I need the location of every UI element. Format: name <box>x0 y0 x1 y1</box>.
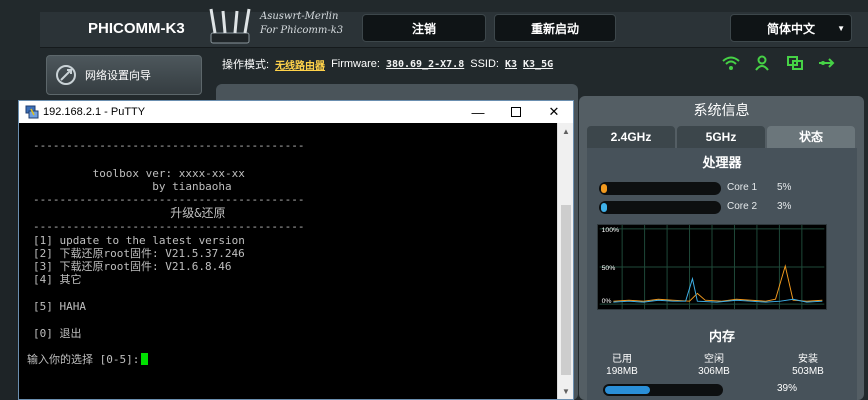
prompt-text: 输入你的选择 [0-5]: <box>27 353 140 366</box>
memory-percent: 39% <box>777 383 798 394</box>
logo-line-1: Asuswrt-Merlin <box>260 11 339 22</box>
router-brand: PHICOMM-K3 <box>88 20 185 37</box>
core-2-fill <box>601 203 607 212</box>
terminal-line: [5] HAHA <box>33 300 86 313</box>
system-status-body: 处理器 Core 1 5% Core 2 3% 100% 50% 0% 内存 已… <box>587 148 857 400</box>
status-icons <box>722 55 836 71</box>
scroll-up-arrow-icon[interactable]: ▲ <box>558 123 574 139</box>
core-1-percent: 5% <box>777 182 792 193</box>
reboot-button[interactable]: 重新启动 <box>494 14 616 42</box>
terminal-line: ----------------------------------------… <box>33 220 305 233</box>
terminal-line: [3] 下载还原root固件: V21.6.8.46 <box>33 260 232 273</box>
mem-used-label: 已用 <box>612 354 632 365</box>
core-2-bar <box>599 201 721 214</box>
tab-24ghz[interactable]: 2.4GHz <box>587 126 675 148</box>
memory-title: 内存 <box>708 329 735 344</box>
language-select[interactable]: 简体中文 ▼ <box>730 14 852 42</box>
terminal-line: by tianbaoha <box>33 180 232 193</box>
putty-title: 192.168.2.1 - PuTTY <box>43 106 146 118</box>
system-tabs: 2.4GHz 5GHz 状态 <box>587 126 857 148</box>
user-icon[interactable] <box>754 55 772 71</box>
terminal-line: [2] 下载还原root固件: V21.5.37.246 <box>33 247 245 260</box>
memory-fill <box>605 386 651 394</box>
mem-free: 空闲 306MB <box>679 354 749 378</box>
terminal-scrollbar[interactable]: ▲ ▼ <box>557 123 573 399</box>
memory-bar <box>603 384 723 396</box>
mem-free-value: 306MB <box>698 366 730 377</box>
tab-5ghz[interactable]: 5GHz <box>677 126 765 148</box>
menu-network-wizard[interactable]: 网络设置向导 <box>46 55 202 95</box>
terminal-line: 升级&还原 <box>33 206 226 220</box>
core-1-bar <box>599 182 721 195</box>
core-1-fill <box>601 184 607 193</box>
mode-label: 操作模式: <box>222 59 270 71</box>
terminal-cursor <box>141 353 149 365</box>
scroll-down-arrow-icon[interactable]: ▼ <box>558 383 574 399</box>
ssid-label: SSID: <box>470 58 499 70</box>
close-button[interactable]: ✕ <box>535 101 573 123</box>
maximize-button[interactable] <box>497 101 535 123</box>
firmware-label: Firmware: <box>331 58 380 70</box>
mem-total-value: 503MB <box>792 366 824 377</box>
putty-titlebar[interactable]: 192.168.2.1 - PuTTY — ✕ <box>19 101 573 123</box>
ssid-2-link[interactable]: K3_5G <box>523 59 553 70</box>
chart-tick-100: 100% <box>602 227 619 234</box>
router-status-bar: 操作模式: 无线路由器 Firmware: 380.69_2-X7.8 SSID… <box>222 55 553 73</box>
menu-item-label: 网络设置向导 <box>85 70 151 82</box>
mem-total-label: 安装 <box>798 354 818 365</box>
mem-total: 安装 503MB <box>773 354 843 378</box>
maximize-icon <box>511 107 521 117</box>
cpu-usage-chart: 100% 50% 0% <box>597 224 827 310</box>
core-2-percent: 3% <box>777 201 792 212</box>
terminal-output[interactable]: ----------------------------------------… <box>19 123 557 399</box>
mem-free-label: 空闲 <box>704 354 724 365</box>
language-label: 简体中文 <box>766 21 815 36</box>
tab-status[interactable]: 状态 <box>767 126 855 148</box>
logout-button[interactable]: 注销 <box>362 14 486 42</box>
close-icon: ✕ <box>548 104 560 119</box>
terminal-line: [0] 退出 <box>33 327 82 340</box>
wizard-icon <box>56 65 76 85</box>
logo-line-2: For Phicomm-k3 <box>260 25 344 36</box>
terminal-line: toolbox ver: xxxx-xx-xx <box>33 167 245 180</box>
core-1-label: Core 1 <box>727 182 758 193</box>
putty-app-icon <box>25 105 39 119</box>
router-logo-text: Asuswrt-Merlin For Phicomm-k3 <box>260 10 343 38</box>
core-2-label: Core 2 <box>727 201 758 212</box>
cpu-core-2: Core 2 3% <box>599 201 849 215</box>
system-info-panel: 系统信息 2.4GHz 5GHz 状态 处理器 Core 1 5% Core 2… <box>579 96 864 400</box>
scroll-thumb[interactable] <box>561 205 571 375</box>
ssid-1-link[interactable]: K3 <box>505 59 517 70</box>
minimize-icon: — <box>471 104 485 120</box>
system-info-title: 系统信息 <box>693 102 750 118</box>
chart-tick-50: 50% <box>602 265 616 272</box>
window-controls: — ✕ <box>459 101 573 123</box>
terminal-line: ----------------------------------------… <box>33 139 305 152</box>
terminal-line: ----------------------------------------… <box>33 193 305 206</box>
terminal-prompt: 输入你的选择 [0-5]: <box>27 353 149 366</box>
chart-tick-0: 0% <box>602 298 612 305</box>
router-logo-icon <box>209 8 251 44</box>
mode-value-link[interactable]: 无线路由器 <box>275 57 325 72</box>
cpu-core-1: Core 1 5% <box>599 182 849 196</box>
chevron-down-icon: ▼ <box>837 23 845 33</box>
putty-window: 192.168.2.1 - PuTTY — ✕ ----------------… <box>18 100 574 400</box>
minimize-button[interactable]: — <box>459 101 497 123</box>
usb-icon[interactable] <box>818 55 836 71</box>
terminal-line: [1] update to the latest version <box>33 234 245 247</box>
terminal-line: [4] 其它 <box>33 273 82 286</box>
mem-used-value: 198MB <box>606 366 638 377</box>
mem-used: 已用 198MB <box>587 354 657 378</box>
firmware-value-link[interactable]: 380.69_2-X7.8 <box>386 59 464 70</box>
cpu-title: 处理器 <box>702 155 742 170</box>
copy-icon[interactable] <box>786 55 804 71</box>
wifi-icon[interactable] <box>722 55 740 71</box>
